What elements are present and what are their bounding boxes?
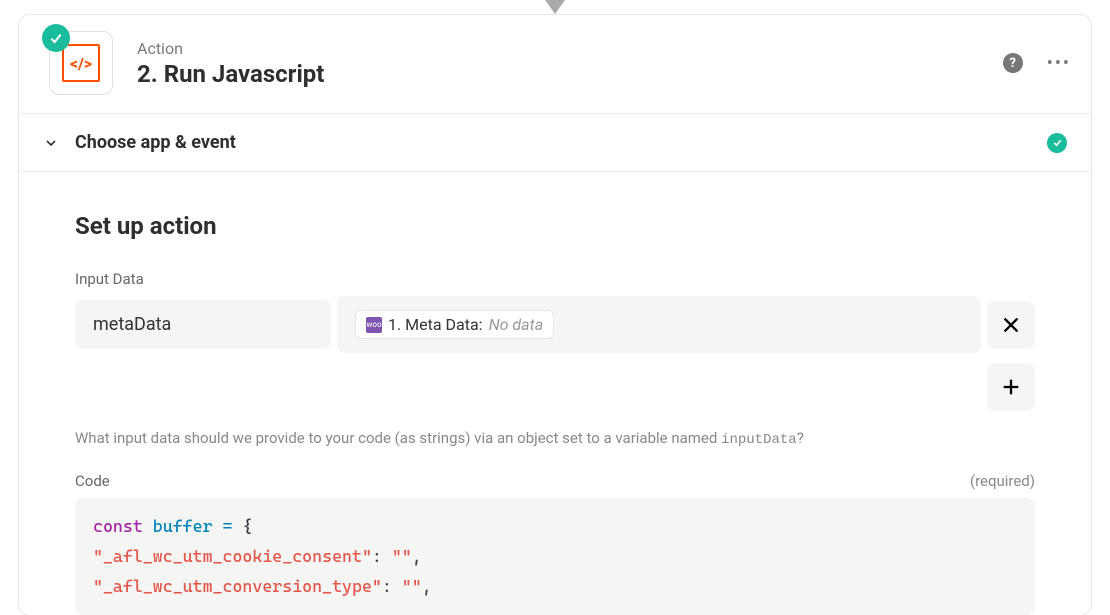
- card-header: </> Action 2. Run Javascript ? •••: [19, 15, 1091, 113]
- input-data-label: Input Data: [75, 270, 1035, 288]
- pill-value: No data: [489, 315, 544, 334]
- pill-prefix: 1. Meta Data:: [388, 315, 483, 334]
- add-input-button[interactable]: [987, 363, 1035, 411]
- setup-title: Set up action: [75, 212, 1035, 240]
- code-field-header: Code (required): [75, 472, 1035, 490]
- data-pill[interactable]: woo 1. Meta Data: No data: [355, 310, 554, 339]
- code-editor[interactable]: const buffer = { "_afl_wc_utm_cookie_con…: [75, 498, 1035, 615]
- plus-icon: [1000, 376, 1022, 398]
- hint-code-var: inputData: [721, 432, 797, 448]
- input-value-field[interactable]: woo 1. Meta Data: No data: [337, 296, 981, 353]
- remove-input-button[interactable]: [987, 301, 1035, 349]
- checkmark-icon: [48, 30, 64, 46]
- add-input-row: [75, 363, 1035, 411]
- connector-arrow-icon: [545, 0, 565, 14]
- header-text-block: Action 2. Run Javascript: [137, 39, 1003, 88]
- more-menu-icon[interactable]: •••: [1047, 53, 1071, 74]
- choose-app-left: Choose app & event: [43, 132, 236, 153]
- action-type-label: Action: [137, 39, 1003, 58]
- code-icon: </>: [62, 44, 100, 82]
- checkmark-icon: [1052, 137, 1063, 148]
- chevron-down-icon: [43, 135, 59, 151]
- input-hint-text: What input data should we provide to you…: [75, 429, 1035, 448]
- choose-app-section[interactable]: Choose app & event: [19, 113, 1091, 172]
- required-label: (required): [970, 472, 1035, 490]
- woo-icon: woo: [366, 317, 382, 333]
- input-key-field[interactable]: metaData: [75, 300, 331, 349]
- close-icon: [1000, 314, 1022, 336]
- action-title: 2. Run Javascript: [137, 60, 1003, 88]
- app-icon-box: </>: [49, 31, 113, 95]
- code-label: Code: [75, 472, 110, 490]
- section-status-check: [1047, 133, 1067, 153]
- status-check-badge: [42, 24, 70, 52]
- header-actions: ? •••: [1003, 53, 1071, 74]
- action-step-card: </> Action 2. Run Javascript ? ••• Choos…: [18, 14, 1092, 615]
- choose-app-label: Choose app & event: [75, 132, 236, 153]
- input-data-row: metaData woo 1. Meta Data: No data: [75, 296, 1035, 353]
- setup-content: Set up action Input Data metaData woo 1.…: [19, 172, 1091, 615]
- help-icon[interactable]: ?: [1003, 53, 1023, 73]
